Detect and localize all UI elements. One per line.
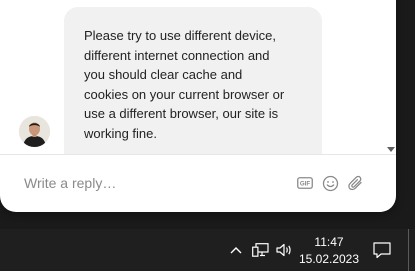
agent-avatar bbox=[19, 116, 50, 147]
scrollbar[interactable] bbox=[386, 0, 396, 154]
composer-divider bbox=[0, 154, 396, 155]
clock-time: 11:47 bbox=[314, 235, 344, 249]
emoji-button[interactable] bbox=[321, 174, 339, 192]
emoji-icon bbox=[322, 175, 338, 191]
paperclip-icon bbox=[347, 175, 362, 190]
avatar-image bbox=[19, 116, 50, 147]
message-bubble: Please try to use different device, diff… bbox=[64, 7, 322, 154]
clock-date: 15.02.2023 bbox=[298, 252, 360, 266]
reply-input[interactable] bbox=[24, 173, 264, 193]
svg-text:GIF: GIF bbox=[300, 181, 311, 188]
message-list[interactable]: Please try to use different device, diff… bbox=[0, 0, 386, 154]
notification-icon bbox=[373, 241, 391, 258]
chevron-up-icon bbox=[230, 247, 242, 254]
gif-icon: GIF bbox=[297, 177, 313, 189]
chevron-down-icon[interactable] bbox=[387, 147, 395, 152]
composer-actions: GIF bbox=[296, 174, 364, 192]
volume-icon bbox=[275, 243, 291, 257]
system-clock[interactable]: 11:47 15.02.2023 bbox=[298, 234, 360, 268]
notification-center-button[interactable] bbox=[372, 229, 392, 271]
taskbar: 11:47 15.02.2023 bbox=[0, 229, 415, 271]
gif-button[interactable]: GIF bbox=[296, 174, 314, 192]
chat-widget: Please try to use different device, diff… bbox=[0, 0, 396, 212]
network-icon bbox=[251, 243, 269, 257]
show-hidden-icons-button[interactable] bbox=[228, 229, 244, 271]
show-desktop-divider[interactable] bbox=[408, 229, 409, 271]
attach-button[interactable] bbox=[346, 174, 364, 192]
volume-button[interactable] bbox=[275, 229, 293, 271]
network-button[interactable] bbox=[251, 229, 269, 271]
